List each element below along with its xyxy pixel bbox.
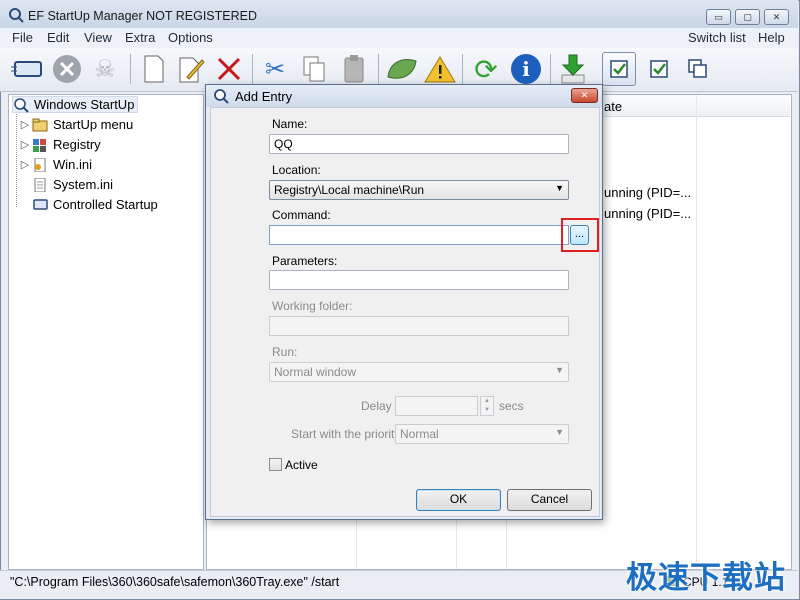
close-button[interactable]: ✕ [764,9,789,25]
command-label: Command: [272,208,331,222]
location-label: Location: [272,163,321,177]
dialog-logo-icon [213,88,229,104]
window-icon[interactable] [681,52,715,86]
working-folder-input[interactable] [269,316,569,336]
status-path: "C:\Program Files\360\360safe\safemon\36… [10,575,340,589]
watermark: 极速下载站 [626,560,786,595]
chevron-down-icon: ▼ [555,365,564,375]
chevron-down-icon: ▼ [555,183,564,193]
toolbar-separator [130,54,131,84]
dialog-close-button[interactable]: ✕ [571,88,598,103]
delay-spinner[interactable]: ▲ ▼ [480,396,494,416]
checked-list-icon[interactable] [642,52,676,86]
stop-icon[interactable] [50,52,84,86]
menu-view[interactable]: View [84,30,112,45]
menu-edit[interactable]: Edit [47,30,69,45]
new-icon[interactable] [137,52,171,86]
maximize-button[interactable]: ▢ [735,9,760,25]
tree-item-label: Controlled Startup [53,197,158,212]
cut-icon[interactable]: ✂ [258,52,292,86]
copy-icon[interactable] [297,52,331,86]
tree-item-registry[interactable]: ▷ Registry [20,137,101,152]
run-label: Run: [272,345,298,359]
parameters-input[interactable] [269,270,569,290]
active-checkbox[interactable] [269,458,282,471]
checked-view-icon[interactable] [602,52,636,86]
magnifier-icon [13,97,29,113]
active-label: Active [285,458,318,472]
priority-label: Start with the priority: [291,427,404,441]
run-icon[interactable] [10,52,44,86]
expand-arrow-icon: ▷ [20,139,30,151]
menu-extra[interactable]: Extra [125,30,155,45]
toolbar-separator [252,54,253,84]
toolbar-separator [378,54,379,84]
column-divider [696,95,697,569]
document-icon [32,177,48,192]
location-select[interactable]: Registry\Local machine\Run ▼ [269,180,569,200]
tree-item-label: System.ini [53,177,113,192]
tree-item-label: Registry [53,137,101,152]
chevron-down-icon: ▼ [555,427,564,437]
cancel-button[interactable]: Cancel [507,489,592,511]
tree-item-win-ini[interactable]: ▷ Win.ini [20,157,92,172]
column-header-state[interactable]: ate [604,99,622,114]
command-input[interactable] [269,225,569,245]
ini-file-icon [32,157,48,172]
tree-line [16,97,17,207]
dialog-title: Add Entry [235,89,293,104]
list-cell-state: unning (PID=... [604,185,692,200]
minimize-button[interactable]: ▭ [706,9,731,25]
location-select-value: Registry\Local machine\Run [274,183,425,197]
download-icon[interactable] [556,52,590,86]
toolbar-separator [550,54,551,84]
tree-root-label: Windows StartUp [34,97,135,112]
run-select-value: Normal window [274,365,357,379]
info-icon[interactable]: i [509,52,543,86]
priority-select[interactable]: Normal ▼ [395,424,569,444]
run-select[interactable]: Normal window ▼ [269,362,569,382]
expand-arrow-icon: ▷ [20,159,30,171]
name-label: Name: [272,117,308,131]
parameters-label: Parameters: [272,254,338,268]
skull-icon[interactable]: ☠ [88,52,122,86]
registry-icon [32,138,48,152]
delay-label: Delay [361,399,392,413]
delay-unit: secs [499,399,524,413]
delay-input[interactable] [395,396,478,416]
menu-options[interactable]: Options [168,30,213,45]
folder-icon [32,118,48,132]
edit-icon[interactable] [174,52,208,86]
svg-text:i: i [522,57,530,81]
app-logo-icon [8,7,24,23]
menu-switch-list[interactable]: Switch list [688,30,746,45]
app-title: EF StartUp Manager NOT REGISTERED [28,9,257,23]
list-cell-state: unning (PID=... [604,206,692,221]
ok-button[interactable]: OK [416,489,501,511]
browse-button[interactable]: ... [570,225,589,245]
priority-select-value: Normal [400,427,439,441]
run-small-icon [32,198,48,212]
dialog-body [210,107,600,517]
refresh-icon[interactable]: ⟳ [469,52,503,86]
leaf-icon[interactable] [385,52,419,86]
tree-item-startup-menu[interactable]: ▷ StartUp menu [20,117,133,132]
menu-bar [0,28,798,48]
delete-icon[interactable] [212,52,246,86]
expand-arrow-icon: ▷ [20,119,30,131]
name-input[interactable]: QQ [269,134,569,154]
menu-help[interactable]: Help [758,30,785,45]
tree-item-label: Win.ini [53,157,93,172]
menu-file[interactable]: File [12,30,33,45]
paste-icon[interactable] [337,52,371,86]
tree-root[interactable]: Windows StartUp [12,96,139,113]
tree-item-controlled-startup[interactable]: Controlled Startup [32,197,158,212]
warning-icon[interactable] [423,52,457,86]
toolbar-separator [462,54,463,84]
tree-item-label: StartUp menu [53,117,134,132]
working-folder-label: Working folder: [272,299,353,313]
tree-item-system-ini[interactable]: System.ini [32,177,113,192]
